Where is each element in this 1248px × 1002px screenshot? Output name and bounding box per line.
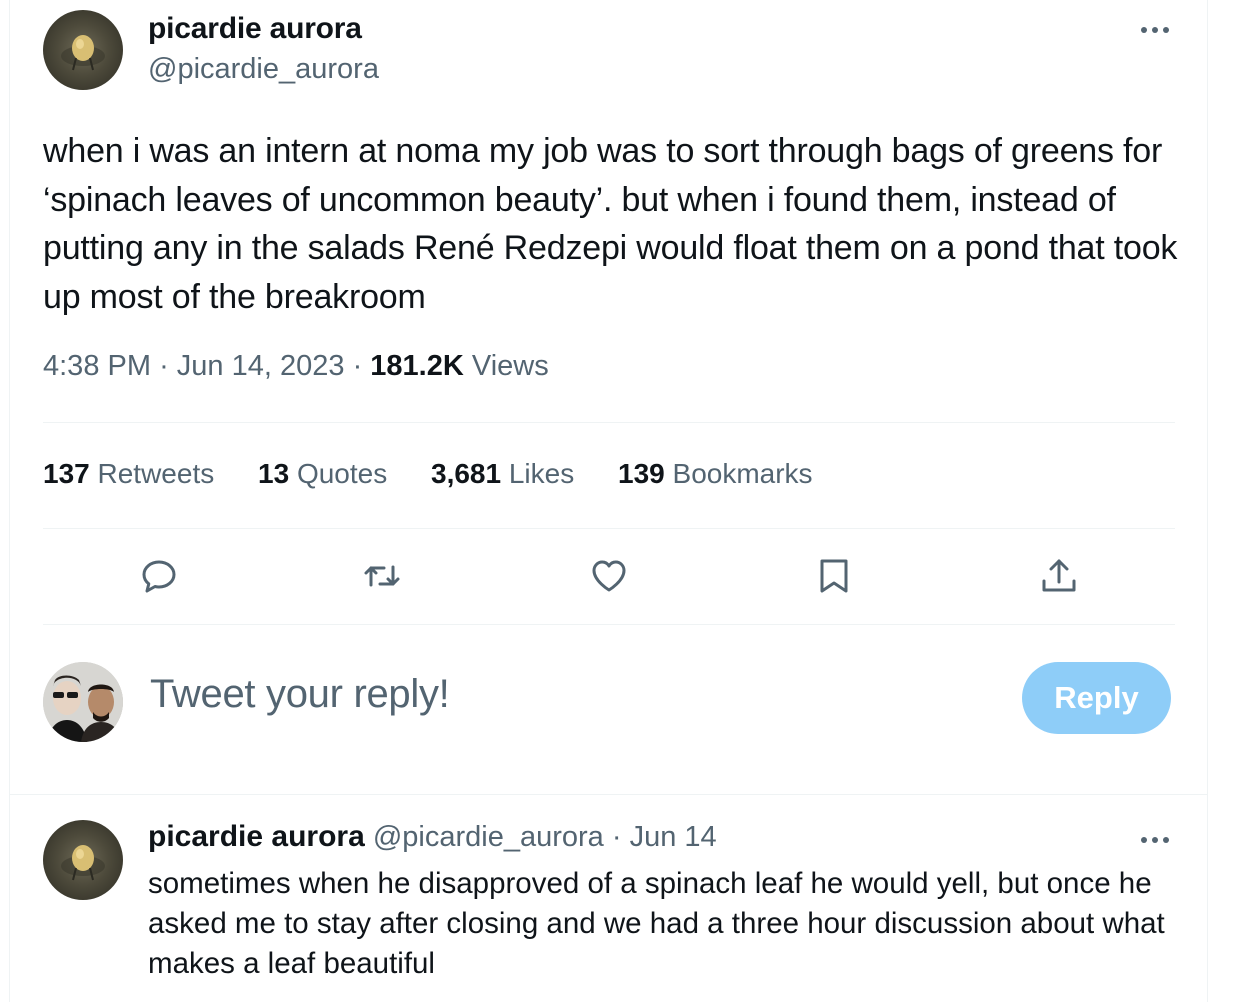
divider (43, 422, 1175, 423)
tweet-date[interactable]: Jun 14, 2023 (177, 350, 345, 382)
stat-likes[interactable]: 3,681 Likes (431, 458, 574, 489)
reply-separator: · (611, 821, 622, 853)
avatar-photo (43, 662, 123, 742)
stat-count: 139 (618, 458, 665, 489)
stat-label: Likes (508, 458, 575, 489)
reply-button[interactable]: Reply (1022, 662, 1171, 734)
reply-input[interactable]: Tweet your reply! (150, 672, 450, 717)
views-label: Views (471, 350, 549, 382)
tweet-time[interactable]: 4:38 PM (43, 350, 151, 382)
meta-separator: · (352, 350, 363, 382)
tweet-stats: 137 Retweets 13 Quotes 3,681 Likes 139 B… (43, 458, 849, 490)
more-options-icon[interactable] (1137, 830, 1177, 850)
egg-avatar-image (61, 35, 105, 71)
more-options-icon[interactable] (1137, 20, 1177, 40)
retweet-icon[interactable] (362, 556, 402, 596)
column-border-right (1207, 0, 1208, 1002)
stat-bookmarks[interactable]: 139 Bookmarks (618, 458, 813, 489)
stat-label: Retweets (97, 458, 215, 489)
stat-label: Quotes (296, 458, 388, 489)
stat-count: 13 (258, 458, 290, 489)
reply-author-handle[interactable]: @picardie_aurora (373, 821, 604, 853)
divider (43, 624, 1175, 625)
tweet-text: when i was an intern at noma my job was … (43, 132, 1178, 316)
reply-text: sometimes when he disapproved of a spina… (148, 867, 1165, 980)
reply-author-name[interactable]: picardie aurora (148, 820, 365, 853)
stat-count: 3,681 (431, 458, 502, 489)
reply-header: picardie aurora @picardie_aurora · Jun 1… (148, 820, 717, 854)
meta-separator: · (159, 350, 169, 382)
divider (43, 528, 1175, 529)
divider (10, 794, 1207, 795)
views-count: 181.2K (370, 350, 464, 382)
stat-quotes[interactable]: 13 Quotes (258, 458, 387, 489)
author-handle[interactable]: @picardie_aurora (148, 53, 379, 86)
author-name[interactable]: picardie aurora (148, 12, 362, 46)
share-icon[interactable] (1039, 556, 1079, 596)
egg-avatar-image (61, 845, 105, 881)
column-border-left (9, 0, 10, 1002)
like-icon[interactable] (589, 556, 629, 596)
author-avatar[interactable] (43, 10, 123, 90)
stat-label: Bookmarks (672, 458, 813, 489)
bookmark-icon[interactable] (814, 556, 854, 596)
stat-count: 137 (43, 458, 90, 489)
reply-icon[interactable] (139, 556, 179, 596)
tweet-meta: 4:38 PM · Jun 14, 2023 · 181.2K Views (43, 350, 549, 383)
current-user-avatar[interactable] (43, 662, 123, 742)
stat-retweets[interactable]: 137 Retweets (43, 458, 214, 489)
reply-author-avatar[interactable] (43, 820, 123, 900)
reply-date[interactable]: Jun 14 (630, 821, 717, 853)
